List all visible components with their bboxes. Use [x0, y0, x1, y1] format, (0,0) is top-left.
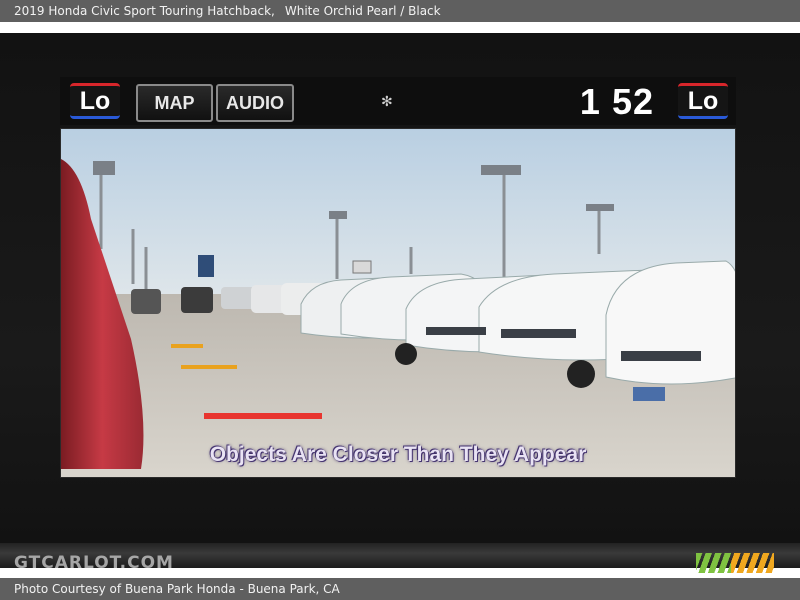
fan-icon: ✻ [381, 93, 393, 109]
vehicle-color: White Orchid Pearl / Black [284, 4, 441, 18]
photo-credit: Photo Courtesy of Buena Park Honda - Bue… [14, 582, 340, 596]
vehicle-title: 2019 Honda Civic Sport Touring Hatchback… [14, 4, 275, 18]
passenger-temp-badge: Lo [678, 83, 728, 119]
guide-line-mid [181, 365, 237, 369]
guide-line-near [204, 413, 322, 419]
guide-line-far [171, 344, 203, 348]
driver-temp-badge: Lo [70, 83, 120, 119]
rear-camera-view: Objects Are Closer Than They Appear [60, 128, 736, 478]
camera-warning-text: Objects Are Closer Than They Appear [209, 443, 587, 466]
caption-top-bar: 2019 Honda Civic Sport Touring Hatchback… [0, 0, 800, 22]
lot-sign [352, 260, 372, 274]
dealer-sign [198, 255, 214, 277]
screen-status-bar: Lo MAP AUDIO ✻ 1 52 Lo [60, 77, 736, 125]
dashboard-photo: Lo MAP AUDIO ✻ 1 52 Lo Objects Are Close… [0, 33, 800, 568]
audio-button[interactable]: AUDIO [216, 84, 294, 122]
clock-display: 1 52 [579, 81, 654, 122]
caption-bottom-bar: Photo Courtesy of Buena Park Honda - Bue… [0, 578, 800, 600]
map-button[interactable]: MAP [136, 84, 213, 122]
watermark-text: GTCARLOT.COM [14, 553, 174, 568]
camera-scene [61, 129, 735, 477]
stripes-logo-icon [696, 553, 774, 573]
